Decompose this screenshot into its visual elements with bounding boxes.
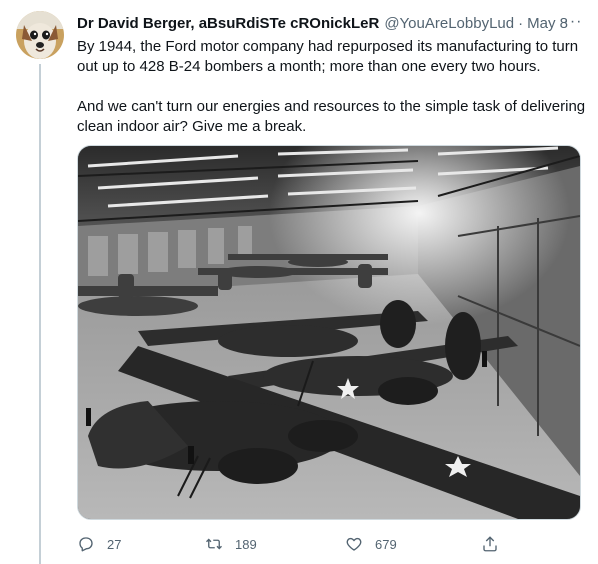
tweet-paragraph-2: And we can't turn our energies and resou… bbox=[77, 98, 586, 135]
separator-dot: · bbox=[518, 14, 524, 32]
tweet-card[interactable]: Dr David Berger, aBsuRdiSTe cROnickLeR @… bbox=[0, 0, 598, 564]
more-options-icon[interactable]: ··· bbox=[562, 12, 584, 32]
like-count: 679 bbox=[375, 536, 397, 552]
author-handle[interactable]: @YouAreLobbyLud bbox=[384, 15, 514, 32]
dog-avatar-icon bbox=[16, 11, 64, 59]
reply-icon bbox=[79, 537, 93, 552]
share-button[interactable] bbox=[481, 530, 499, 558]
tweet-photo[interactable] bbox=[77, 145, 581, 520]
like-button[interactable]: 679 bbox=[345, 530, 397, 558]
tweet-actions: 27 189 679 bbox=[77, 530, 581, 558]
avatar[interactable] bbox=[16, 11, 64, 59]
retweet-button[interactable]: 189 bbox=[205, 530, 257, 558]
reply-button[interactable]: 27 bbox=[77, 530, 121, 558]
tweet-paragraph-1: By 1944, the Ford motor company had repu… bbox=[77, 38, 579, 75]
heart-icon bbox=[346, 537, 362, 551]
retweet-icon bbox=[206, 538, 222, 550]
reply-count: 27 bbox=[107, 536, 122, 552]
author-name[interactable]: Dr David Berger, aBsuRdiSTe cROnickLeR bbox=[77, 15, 379, 32]
tweet-header: Dr David Berger, aBsuRdiSTe cROnickLeR @… bbox=[77, 12, 587, 34]
thread-line bbox=[39, 64, 41, 564]
share-icon bbox=[483, 536, 497, 552]
tweet-text: By 1944, the Ford motor company had repu… bbox=[77, 37, 587, 137]
factory-photo-icon bbox=[78, 146, 580, 519]
retweet-count: 189 bbox=[235, 536, 257, 552]
